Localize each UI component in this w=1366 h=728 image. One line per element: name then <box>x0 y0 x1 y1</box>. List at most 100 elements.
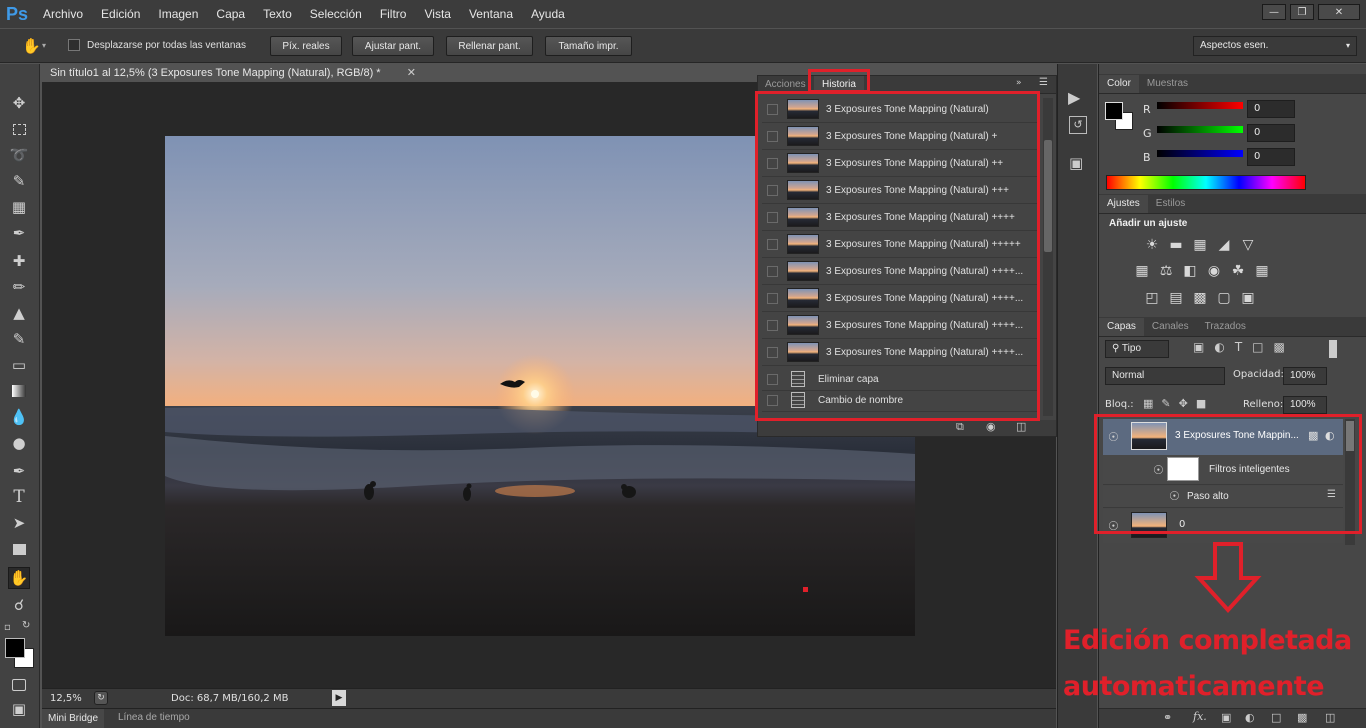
eraser-tool-icon[interactable]: ▭ <box>8 354 30 376</box>
lasso-tool-icon[interactable]: ➰ <box>8 144 30 166</box>
tab-channels[interactable]: Canales <box>1144 318 1197 336</box>
channel-g-value[interactable]: 0 <box>1247 124 1295 142</box>
lock-transparency-icon[interactable]: ▦ <box>1143 397 1153 410</box>
blur-tool-icon[interactable]: 💧 <box>8 406 30 428</box>
hand-tool-preset-icon[interactable]: ✋ <box>22 37 41 55</box>
menu-filtro[interactable]: Filtro <box>371 7 416 21</box>
gradient-tool-icon[interactable] <box>8 380 30 402</box>
new-group-icon[interactable]: □ <box>1271 711 1281 724</box>
menu-archivo[interactable]: Archivo <box>34 7 92 21</box>
tab-actions[interactable]: Acciones <box>765 79 806 90</box>
history-brush-tool-icon[interactable]: ✎ <box>8 328 30 350</box>
menu-seleccion[interactable]: Selección <box>301 7 371 21</box>
menu-capa[interactable]: Capa <box>207 7 254 21</box>
collapse-panel-icon[interactable]: » <box>1016 78 1022 88</box>
opacity-field[interactable]: 100% <box>1283 367 1327 385</box>
menu-vista[interactable]: Vista <box>415 7 459 21</box>
clone-stamp-tool-icon[interactable]: ▲ <box>8 302 30 324</box>
tab-adjustments[interactable]: Ajustes <box>1099 195 1148 213</box>
blend-mode-select[interactable]: Normal <box>1105 367 1225 385</box>
history-icon[interactable]: ↺ <box>1069 116 1087 134</box>
curves-icon[interactable]: ▦ <box>1191 236 1209 254</box>
menu-imagen[interactable]: Imagen <box>149 7 207 21</box>
dodge-tool-icon[interactable]: ● <box>8 432 30 454</box>
3d-cube-icon[interactable]: ▣ <box>1069 154 1083 172</box>
zoom-level[interactable]: 12,5% <box>50 693 82 704</box>
quick-selection-tool-icon[interactable]: ✎ <box>8 170 30 192</box>
fit-screen-button[interactable]: Ajustar pant. <box>352 36 434 56</box>
history-scrollbar[interactable] <box>1043 98 1053 416</box>
scroll-all-checkbox[interactable] <box>68 39 80 51</box>
channel-b-slider[interactable] <box>1157 150 1243 157</box>
selective-color-icon[interactable]: ▣ <box>1239 289 1257 307</box>
fx-icon[interactable]: fx. <box>1193 710 1207 723</box>
photo-filter-icon[interactable]: ◉ <box>1205 262 1223 280</box>
invert-icon[interactable]: ◰ <box>1143 289 1161 307</box>
lock-pixels-icon[interactable]: ✎ <box>1161 397 1170 410</box>
link-layers-icon[interactable]: ⚭ <box>1163 711 1172 724</box>
brightness-icon[interactable]: ☀ <box>1143 236 1161 254</box>
chevron-down-icon[interactable]: ▾ <box>42 41 46 50</box>
pen-tool-icon[interactable]: ✒ <box>8 460 30 482</box>
exposure-icon[interactable]: ◢ <box>1215 236 1233 254</box>
black-white-icon[interactable]: ◧ <box>1181 262 1199 280</box>
channel-mixer-icon[interactable]: ☘ <box>1229 262 1247 280</box>
channel-g-slider[interactable] <box>1157 126 1243 133</box>
layer-filter-select[interactable]: ⚲ Tipo <box>1105 340 1169 358</box>
quick-mask-icon[interactable] <box>8 674 30 696</box>
menu-texto[interactable]: Texto <box>254 7 301 21</box>
levels-icon[interactable]: ▬ <box>1167 236 1185 254</box>
filter-toggle-icon[interactable] <box>1329 340 1337 358</box>
minimize-button[interactable]: — <box>1262 4 1286 20</box>
smart-object-filter-icon[interactable]: ▩ <box>1274 340 1285 354</box>
rectangle-tool-icon[interactable] <box>8 538 30 560</box>
color-balance-icon[interactable]: ⚖ <box>1157 262 1175 280</box>
crop-tool-icon[interactable]: ▦ <box>8 196 30 218</box>
trash-icon[interactable]: ◫ <box>1016 420 1026 433</box>
image-filter-icon[interactable]: ▣ <box>1193 340 1204 354</box>
path-selection-tool-icon[interactable]: ➤ <box>8 512 30 534</box>
default-colors-icon[interactable]: ▫ <box>4 622 11 633</box>
add-mask-icon[interactable]: ▣ <box>1221 711 1231 724</box>
play-actions-icon[interactable]: ▶ <box>1068 88 1080 107</box>
marquee-tool-icon[interactable] <box>8 118 30 140</box>
tab-swatches[interactable]: Muestras <box>1139 75 1196 93</box>
print-size-button[interactable]: Tamaño impr. <box>545 36 632 56</box>
shape-filter-icon[interactable]: □ <box>1252 340 1263 354</box>
adjustment-filter-icon[interactable]: ◐ <box>1214 340 1224 354</box>
threshold-icon[interactable]: ▩ <box>1191 289 1209 307</box>
workspace-select[interactable]: Aspectos esen. ▾ <box>1193 36 1357 56</box>
menu-ayuda[interactable]: Ayuda <box>522 7 574 21</box>
tab-mini-bridge[interactable]: Mini Bridge <box>42 709 105 728</box>
document-tab[interactable]: Sin título1 al 12,5% (3 Exposures Tone M… <box>42 64 424 82</box>
fill-screen-button[interactable]: Rellenar pant. <box>446 36 533 56</box>
vibrance-icon[interactable]: ▽ <box>1239 236 1257 254</box>
tab-color[interactable]: Color <box>1099 75 1139 93</box>
healing-brush-tool-icon[interactable]: ✚ <box>8 250 30 272</box>
tab-layers[interactable]: Capas <box>1099 318 1144 336</box>
hand-tool-icon[interactable]: ✋ <box>8 567 30 589</box>
tab-timeline[interactable]: Línea de tiempo <box>118 712 190 723</box>
new-layer-icon[interactable]: ▩ <box>1297 711 1307 724</box>
color-foreground-swatch[interactable] <box>1105 102 1123 120</box>
brush-tool-icon[interactable]: ✏ <box>8 276 30 298</box>
new-adjustment-layer-icon[interactable]: ◐ <box>1245 711 1255 724</box>
color-lookup-icon[interactable]: ▦ <box>1253 262 1271 280</box>
panel-menu-icon[interactable]: ☰ <box>1039 77 1048 88</box>
trash-icon[interactable]: ◫ <box>1325 711 1335 724</box>
channel-r-value[interactable]: 0 <box>1247 100 1295 118</box>
foreground-color-swatch[interactable] <box>5 638 25 658</box>
menu-edicion[interactable]: Edición <box>92 7 149 21</box>
tab-paths[interactable]: Trazados <box>1197 318 1254 336</box>
gradient-map-icon[interactable]: ▢ <box>1215 289 1233 307</box>
close-button[interactable]: ✕ <box>1318 4 1360 20</box>
channel-r-slider[interactable] <box>1157 102 1243 109</box>
hue-saturation-icon[interactable]: ▦ <box>1133 262 1151 280</box>
move-tool-icon[interactable]: ✥ <box>8 92 30 114</box>
type-tool-icon[interactable]: T <box>8 486 30 508</box>
actual-pixels-button[interactable]: Píx. reales <box>270 36 342 56</box>
close-icon[interactable]: ✕ <box>407 64 416 82</box>
color-spectrum-ramp[interactable] <box>1106 175 1306 190</box>
camera-snapshot-icon[interactable]: ◉ <box>986 420 996 433</box>
swap-colors-icon[interactable]: ↻ <box>22 620 30 631</box>
